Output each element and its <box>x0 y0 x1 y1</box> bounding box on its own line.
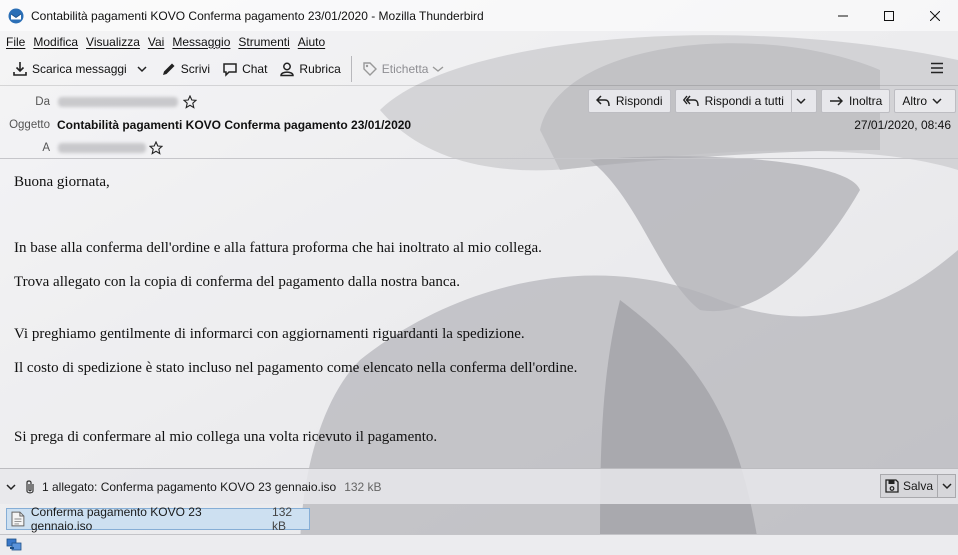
tag-button[interactable]: Etichetta <box>356 56 455 82</box>
save-dropdown[interactable] <box>938 474 956 498</box>
menu-go[interactable]: Vai <box>146 35 170 49</box>
forward-button[interactable]: Inoltra <box>820 89 891 113</box>
attachment-bar: 1 allegato: Conferma pagamento KOVO 23 g… <box>0 468 958 504</box>
get-messages-button[interactable]: Scarica messaggi <box>6 56 133 82</box>
body-paragraph: Buona giornata, <box>14 174 110 190</box>
attachment-toggle[interactable] <box>6 480 16 494</box>
maximize-button[interactable] <box>866 0 912 31</box>
attachment-size: 132 kB <box>272 505 293 533</box>
chevron-down-icon <box>932 98 942 105</box>
body-paragraph: Si prega di confermare al mio collega un… <box>14 429 438 445</box>
status-bar <box>0 534 958 555</box>
close-icon <box>930 10 940 21</box>
reply-all-icon <box>682 95 699 107</box>
menu-tools[interactable]: Strumenti <box>236 35 295 49</box>
write-label: Scrivi <box>180 61 211 76</box>
save-label: Salva <box>902 479 933 493</box>
download-icon <box>13 61 27 76</box>
app-menu-button[interactable] <box>930 61 944 78</box>
toolbar-separator <box>350 55 352 82</box>
body-paragraph: Il costo di spedizione è stato incluso n… <box>14 360 578 376</box>
contacts-icon <box>280 62 295 76</box>
to-address-redacted[interactable] <box>58 143 146 153</box>
body-paragraph: In base alla conferma dell'ordine e alla… <box>14 240 542 256</box>
minimize-icon <box>838 15 848 16</box>
from-label: Da <box>35 96 50 108</box>
chat-button[interactable]: Chat <box>216 56 273 82</box>
pencil-icon <box>162 63 175 75</box>
reply-all-button[interactable]: Rispondi a tutti <box>674 89 791 113</box>
paperclip-icon <box>26 479 34 493</box>
attachment-summary-size: 132 kB <box>344 479 382 494</box>
to-label: A <box>42 142 50 154</box>
window-title: Contabilità pagamenti KOVO Conferma paga… <box>31 8 484 23</box>
more-button[interactable]: Altro <box>894 89 956 113</box>
from-address-redacted[interactable] <box>58 97 178 107</box>
chevron-down-icon <box>941 483 952 490</box>
maximize-icon <box>884 10 894 21</box>
chevron-down-icon <box>6 483 16 490</box>
close-window-button[interactable] <box>912 0 958 31</box>
address-book-button[interactable]: Rubrica <box>273 56 346 82</box>
star-icon[interactable] <box>149 141 163 155</box>
attachment-summary[interactable]: 1 allegato: Conferma pagamento KOVO 23 g… <box>42 480 336 494</box>
message-date: 27/01/2020, 08:46 <box>854 118 951 132</box>
reply-label: Rispondi <box>615 94 663 108</box>
save-attachment-button[interactable]: Salva <box>879 474 938 498</box>
more-label: Altro <box>902 94 927 108</box>
thunderbird-icon <box>8 8 24 23</box>
attachment-name: Conferma pagamento KOVO 23 gennaio.iso <box>30 505 202 533</box>
menu-edit[interactable]: Modifica <box>31 35 84 49</box>
reply-all-dropdown[interactable] <box>790 89 817 113</box>
body-paragraph: Trova allegato con la copia di conferma … <box>14 274 460 290</box>
reply-button[interactable]: Rispondi <box>587 89 671 113</box>
menu-view[interactable]: Visualizza <box>84 35 146 49</box>
chevron-down-icon <box>137 65 147 72</box>
chat-label: Chat <box>242 61 268 76</box>
menu-message[interactable]: Messaggio <box>170 35 236 49</box>
file-icon <box>11 511 25 527</box>
subject-label: Oggetto <box>9 119 50 131</box>
menu-file[interactable]: File <box>4 35 31 49</box>
forward-label: Inoltra <box>848 94 883 108</box>
title-bar: Contabilità pagamenti KOVO Conferma paga… <box>0 0 958 31</box>
main-toolbar: Scarica messaggi Scrivi Chat Rubrica Eti… <box>0 52 958 86</box>
message-body: Buona giornata, In base alla conferma de… <box>0 158 958 468</box>
reply-icon <box>595 95 610 107</box>
get-messages-label: Scarica messaggi <box>32 61 127 76</box>
minimize-button[interactable] <box>820 0 866 31</box>
attachment-list: Conferma pagamento KOVO 23 gennaio.iso 1… <box>0 504 958 534</box>
star-icon[interactable] <box>183 95 197 109</box>
address-book-label: Rubrica <box>299 61 341 76</box>
forward-icon <box>829 96 843 106</box>
save-icon <box>885 479 899 493</box>
message-header: Da Rispondi Rispondi a tutti Inoltra Alt… <box>0 86 958 158</box>
chevron-down-icon <box>433 65 444 72</box>
chat-icon <box>223 62 237 77</box>
tag-icon <box>363 61 377 76</box>
reply-all-label: Rispondi a tutti <box>704 94 784 108</box>
get-messages-dropdown[interactable] <box>133 56 155 82</box>
chevron-down-icon <box>796 98 806 105</box>
online-status-icon[interactable] <box>6 538 22 552</box>
menu-bar: File Modifica Visualizza Vai Messaggio S… <box>0 31 958 52</box>
attachment-item[interactable]: Conferma pagamento KOVO 23 gennaio.iso 1… <box>6 505 310 533</box>
tag-label: Etichetta <box>381 61 429 76</box>
write-button[interactable]: Scrivi <box>155 56 216 82</box>
body-paragraph: Vi preghiamo gentilmente di informarci c… <box>14 326 525 342</box>
message-subject: Contabilità pagamenti KOVO Conferma paga… <box>57 118 412 132</box>
menu-help[interactable]: Aiuto <box>296 35 331 49</box>
hamburger-icon <box>931 62 943 74</box>
